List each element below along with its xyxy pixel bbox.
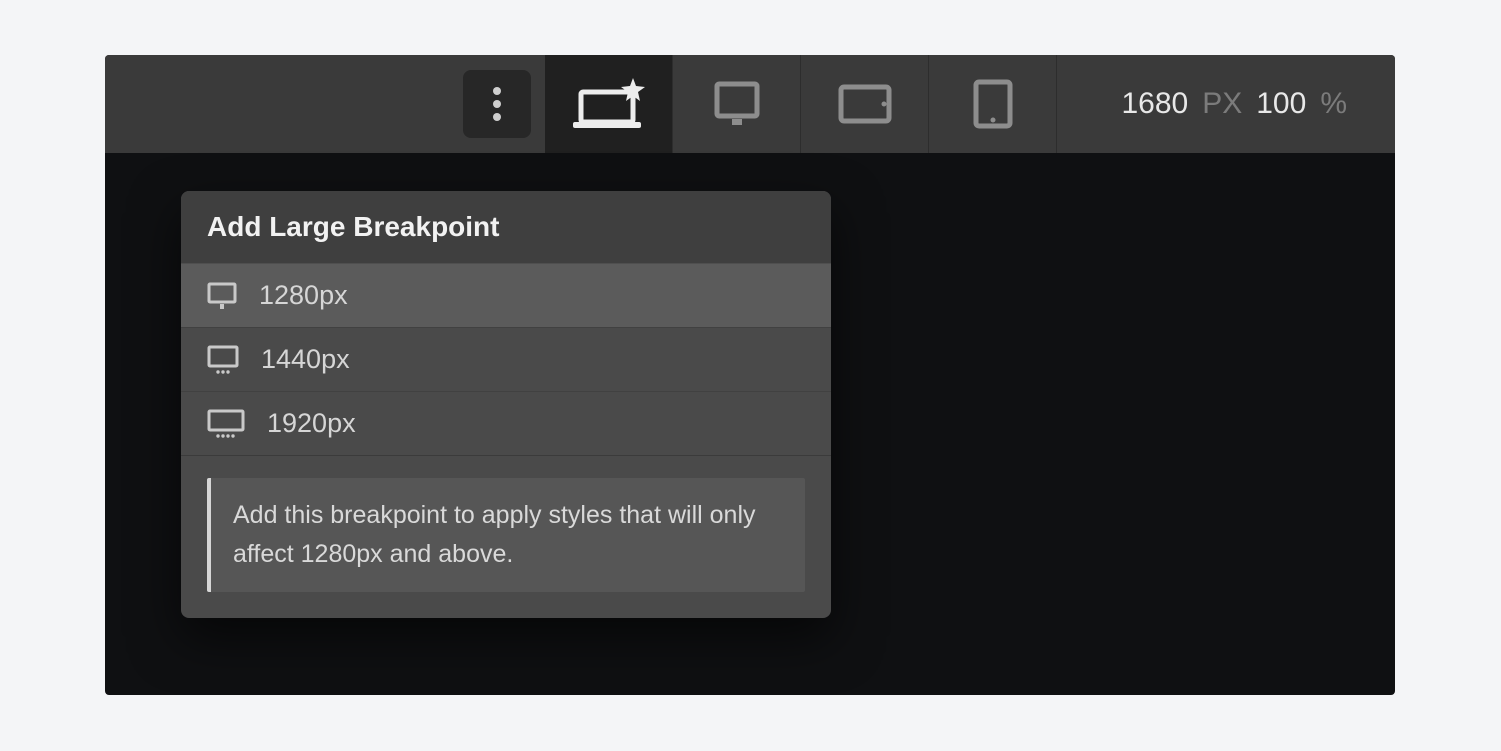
breakpoint-option-1920[interactable]: 1920px	[181, 391, 831, 455]
desktop-icon	[714, 81, 760, 127]
canvas-readout: 1680 PX 100 %	[1121, 87, 1395, 121]
monitor-medium-icon	[207, 345, 239, 375]
breakpoint-option-1280[interactable]: 1280px	[181, 263, 831, 327]
canvas-zoom-unit: %	[1320, 87, 1347, 121]
breakpoint-tablet-landscape-button[interactable]	[801, 55, 929, 153]
canvas-zoom-value[interactable]: 100	[1256, 87, 1306, 121]
breakpoint-tablet-portrait-button[interactable]	[929, 55, 1057, 153]
editor-panel: 1680 PX 100 % Add Large Breakpoint 1280p…	[105, 55, 1395, 695]
hint-container: Add this breakpoint to apply styles that…	[181, 455, 831, 618]
breakpoint-hint: Add this breakpoint to apply styles that…	[207, 478, 805, 592]
breakpoint-toolbar: 1680 PX 100 %	[105, 55, 1395, 153]
dots-vertical-icon	[493, 87, 501, 121]
tablet-landscape-icon	[838, 84, 892, 124]
breakpoint-desktop-button[interactable]	[673, 55, 801, 153]
option-label: 1440px	[261, 344, 350, 375]
more-options-button[interactable]	[463, 70, 531, 138]
add-breakpoint-dropdown: Add Large Breakpoint 1280px 1440px	[181, 191, 831, 618]
dropdown-title: Add Large Breakpoint	[181, 191, 831, 263]
tablet-portrait-icon	[973, 79, 1013, 129]
monitor-large-icon	[207, 409, 245, 439]
laptop-star-icon	[573, 78, 645, 130]
breakpoint-option-1440[interactable]: 1440px	[181, 327, 831, 391]
monitor-small-icon	[207, 282, 237, 310]
canvas-width-unit: PX	[1202, 87, 1242, 121]
canvas-width-value[interactable]: 1680	[1121, 87, 1188, 121]
option-label: 1280px	[259, 280, 348, 311]
breakpoint-desktop-large-button[interactable]	[545, 55, 673, 153]
option-label: 1920px	[267, 408, 356, 439]
